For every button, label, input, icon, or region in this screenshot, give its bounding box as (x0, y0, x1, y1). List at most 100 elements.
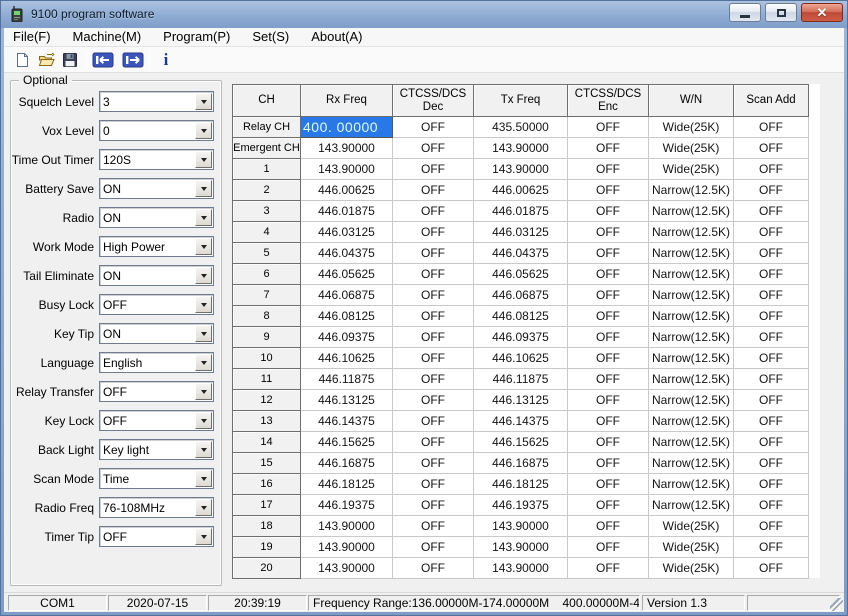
cell-ctcss-dec[interactable]: OFF (393, 495, 474, 516)
cell-wn[interactable]: Narrow(12.5K) (649, 453, 734, 474)
cell-tx-freq[interactable]: 143.90000 (474, 516, 568, 537)
cell-tx-freq[interactable]: 143.90000 (474, 159, 568, 180)
vox-level-dropdown-button[interactable] (195, 122, 212, 139)
cell-wn[interactable]: Narrow(12.5K) (649, 474, 734, 495)
cell-rx-freq[interactable]: 446.04375 (301, 243, 393, 264)
cell-ctcss-enc[interactable]: OFF (568, 453, 649, 474)
cell-scan-add[interactable]: OFF (734, 474, 809, 495)
cell-wn[interactable]: Narrow(12.5K) (649, 495, 734, 516)
cell-wn[interactable]: Narrow(12.5K) (649, 306, 734, 327)
cell-wn[interactable]: Narrow(12.5K) (649, 243, 734, 264)
cell-ctcss-dec[interactable]: OFF (393, 180, 474, 201)
cell-tx-freq[interactable]: 446.08125 (474, 306, 568, 327)
cell-scan-add[interactable]: OFF (734, 495, 809, 516)
cell-wn[interactable]: Wide(25K) (649, 537, 734, 558)
relay-transfer-combobox[interactable]: OFF (99, 381, 214, 402)
cell-ctcss-enc[interactable]: OFF (568, 558, 649, 579)
key-tip-dropdown-button[interactable] (195, 325, 212, 342)
battery-save-dropdown-button[interactable] (195, 180, 212, 197)
cell-scan-add[interactable]: OFF (734, 201, 809, 222)
cell-scan-add[interactable]: OFF (734, 306, 809, 327)
cell-rx-freq[interactable]: 446.08125 (301, 306, 393, 327)
cell-tx-freq[interactable]: 435.50000 (474, 117, 568, 138)
cell-ctcss-enc[interactable]: OFF (568, 369, 649, 390)
cell-ctcss-enc[interactable]: OFF (568, 348, 649, 369)
cell-rx-freq[interactable]: 143.90000 (301, 516, 393, 537)
cell-rx-freq[interactable]: 446.00625 (301, 180, 393, 201)
cell-ctcss-enc[interactable]: OFF (568, 180, 649, 201)
cell-ctcss-dec[interactable]: OFF (393, 327, 474, 348)
cell-ctcss-dec[interactable]: OFF (393, 264, 474, 285)
resize-grip-icon[interactable] (830, 598, 843, 611)
cell-wn[interactable]: Wide(25K) (649, 138, 734, 159)
cell-tx-freq[interactable]: 446.03125 (474, 222, 568, 243)
cell-tx-freq[interactable]: 143.90000 (474, 537, 568, 558)
battery-save-combobox[interactable]: ON (99, 178, 214, 199)
cell-ctcss-dec[interactable]: OFF (393, 432, 474, 453)
cell-wn[interactable]: Wide(25K) (649, 516, 734, 537)
cell-ctcss-dec[interactable]: OFF (393, 348, 474, 369)
cell-ctcss-enc[interactable]: OFF (568, 411, 649, 432)
cell-rx-freq[interactable]: 446.09375 (301, 327, 393, 348)
row-header-cell[interactable]: 17 (233, 495, 301, 516)
close-button[interactable]: ✕ (801, 3, 843, 22)
cell-ctcss-dec[interactable]: OFF (393, 390, 474, 411)
tail-eliminate-combobox[interactable]: ON (99, 265, 214, 286)
cell-scan-add[interactable]: OFF (734, 285, 809, 306)
cell-ctcss-enc[interactable]: OFF (568, 285, 649, 306)
cell-rx-freq[interactable]: 446.10625 (301, 348, 393, 369)
cell-rx-freq[interactable]: 143.90000 (301, 159, 393, 180)
work-mode-dropdown-button[interactable] (195, 238, 212, 255)
cell-tx-freq[interactable]: 446.11875 (474, 369, 568, 390)
squelch-level-combobox[interactable]: 3 (99, 91, 214, 112)
menu-item-set[interactable]: Set(S) (241, 28, 300, 46)
cell-tx-freq[interactable]: 446.01875 (474, 201, 568, 222)
cell-tx-freq[interactable]: 446.00625 (474, 180, 568, 201)
cell-ctcss-enc[interactable]: OFF (568, 222, 649, 243)
row-header-cell[interactable]: 13 (233, 411, 301, 432)
write-to-radio-button[interactable] (121, 49, 145, 71)
cell-ctcss-dec[interactable]: OFF (393, 117, 474, 138)
cell-scan-add[interactable]: OFF (734, 369, 809, 390)
cell-ctcss-dec[interactable]: OFF (393, 201, 474, 222)
cell-rx-freq[interactable]: 446.06875 (301, 285, 393, 306)
menu-item-file[interactable]: File(F) (4, 28, 62, 46)
radio-freq-dropdown-button[interactable] (195, 499, 212, 516)
menu-item-machine[interactable]: Machine(M) (62, 28, 153, 46)
cell-ctcss-dec[interactable]: OFF (393, 516, 474, 537)
cell-wn[interactable]: Narrow(12.5K) (649, 180, 734, 201)
back-light-dropdown-button[interactable] (195, 441, 212, 458)
cell-ctcss-dec[interactable]: OFF (393, 558, 474, 579)
cell-scan-add[interactable]: OFF (734, 453, 809, 474)
cell-ctcss-dec[interactable]: OFF (393, 306, 474, 327)
cell-rx-freq[interactable]: 400. 00000 (301, 117, 393, 138)
cell-ctcss-dec[interactable]: OFF (393, 411, 474, 432)
timer-tip-dropdown-button[interactable] (195, 528, 212, 545)
maximize-button[interactable] (765, 3, 797, 22)
radio-dropdown-button[interactable] (195, 209, 212, 226)
cell-wn[interactable]: Narrow(12.5K) (649, 348, 734, 369)
cell-tx-freq[interactable]: 143.90000 (474, 138, 568, 159)
cell-ctcss-enc[interactable]: OFF (568, 474, 649, 495)
minimize-button[interactable] (729, 3, 761, 22)
save-file-button[interactable] (58, 49, 82, 71)
cell-scan-add[interactable]: OFF (734, 348, 809, 369)
busy-lock-combobox[interactable]: OFF (99, 294, 214, 315)
cell-rx-freq[interactable]: 446.13125 (301, 390, 393, 411)
open-file-button[interactable] (34, 49, 58, 71)
cell-scan-add[interactable]: OFF (734, 516, 809, 537)
row-header-cell[interactable]: 6 (233, 264, 301, 285)
cell-ctcss-enc[interactable]: OFF (568, 117, 649, 138)
row-header-cell[interactable]: 20 (233, 558, 301, 579)
menu-item-program[interactable]: Program(P) (152, 28, 241, 46)
cell-rx-freq[interactable]: 446.18125 (301, 474, 393, 495)
cell-tx-freq[interactable]: 446.06875 (474, 285, 568, 306)
cell-wn[interactable]: Wide(25K) (649, 159, 734, 180)
cell-ctcss-enc[interactable]: OFF (568, 159, 649, 180)
row-header-cell[interactable]: 15 (233, 453, 301, 474)
work-mode-combobox[interactable]: High Power (99, 236, 214, 257)
busy-lock-dropdown-button[interactable] (195, 296, 212, 313)
cell-tx-freq[interactable]: 446.04375 (474, 243, 568, 264)
row-header-cell[interactable]: Relay CH (233, 117, 301, 138)
cell-tx-freq[interactable]: 446.18125 (474, 474, 568, 495)
